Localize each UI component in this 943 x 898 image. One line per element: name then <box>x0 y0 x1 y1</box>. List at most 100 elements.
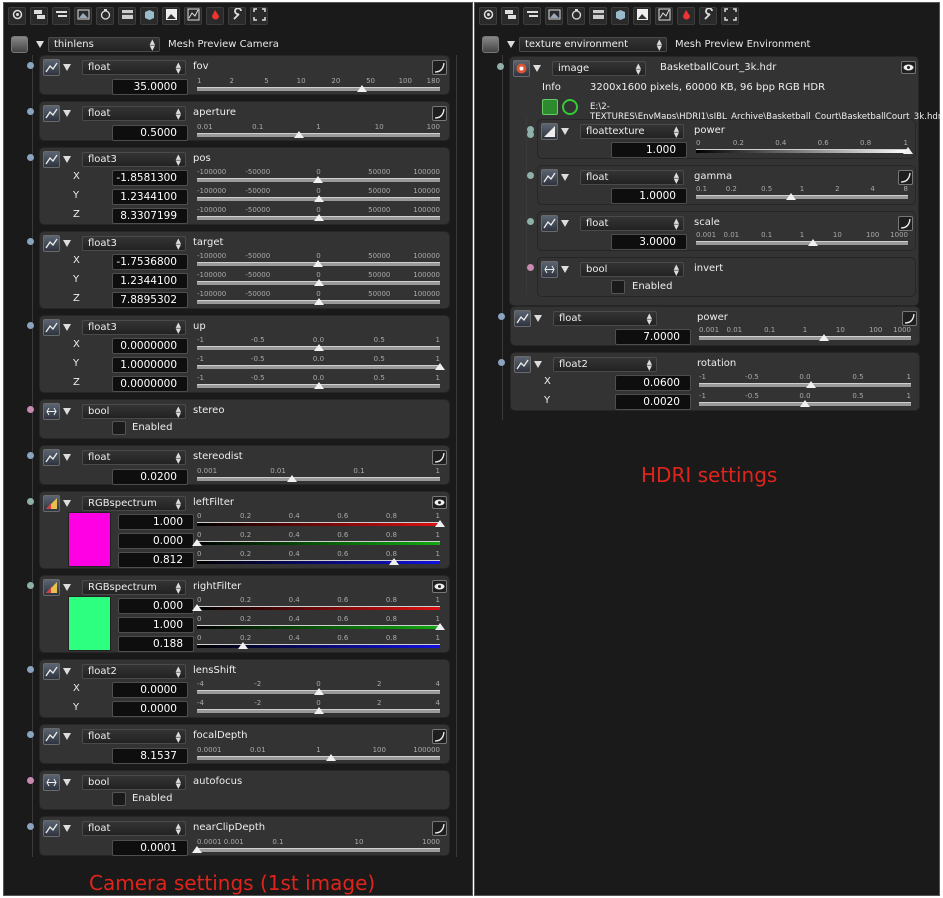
slider-track[interactable] <box>197 560 440 564</box>
curve-icon[interactable] <box>432 821 447 836</box>
slider-track[interactable] <box>197 87 440 91</box>
value-field[interactable]: -1.8581300 <box>112 170 188 186</box>
value-slider[interactable]: 0.001 0.01 0.1 1 <box>197 467 440 484</box>
value-field[interactable]: 1.000 <box>118 617 194 633</box>
type-dropdown[interactable]: float ▲ ▼ <box>580 170 684 185</box>
type-dropdown[interactable]: float ▲ ▼ <box>82 821 186 836</box>
collapse-triangle[interactable] <box>534 315 542 322</box>
slider-thumb[interactable] <box>192 604 202 611</box>
slider-thumb[interactable] <box>313 707 324 714</box>
curve-icon[interactable] <box>432 450 447 465</box>
paint-button[interactable] <box>677 7 695 25</box>
slider-thumb[interactable] <box>786 193 797 200</box>
connection-port[interactable] <box>27 154 34 161</box>
type-icon[interactable] <box>43 403 60 420</box>
slider-thumb[interactable] <box>313 344 324 351</box>
collapse-triangle[interactable] <box>63 500 71 507</box>
collapse-triangle[interactable] <box>533 65 541 72</box>
value-slider[interactable]: -100000 -50000 0 50000 100000 <box>197 206 440 223</box>
value-field[interactable]: 0.0000 <box>112 682 188 698</box>
slider-thumb[interactable] <box>903 147 913 154</box>
type-dropdown[interactable]: bool ▲ ▼ <box>82 404 186 419</box>
collapse-triangle[interactable] <box>63 825 71 832</box>
curve-icon[interactable] <box>432 60 447 75</box>
slider-thumb[interactable] <box>313 214 324 221</box>
layers-button[interactable] <box>30 7 48 25</box>
color-swatch[interactable] <box>68 512 111 567</box>
value-slider[interactable]: -100000 -50000 0 50000 100000 <box>197 252 440 269</box>
node-type-dropdown[interactable]: texture environment ▲ ▼ <box>519 36 667 52</box>
value-slider[interactable]: -100000 -50000 0 50000 100000 <box>197 187 440 204</box>
type-icon[interactable] <box>43 820 60 837</box>
collapse-triangle[interactable] <box>561 174 569 181</box>
type-dropdown[interactable]: float ▲ ▼ <box>580 216 684 231</box>
collapse-triangle[interactable] <box>63 779 71 786</box>
collapse-triangle[interactable] <box>561 128 569 135</box>
slider-thumb[interactable] <box>192 846 202 853</box>
value-slider[interactable]: 0.001 0.01 0.1 1 10 100 1000 <box>696 231 908 248</box>
slider-track[interactable] <box>197 541 440 545</box>
value-slider[interactable]: 0.01 0.1 1 10 100 <box>197 123 440 140</box>
eye-icon[interactable] <box>901 61 916 74</box>
slider-thumb[interactable] <box>313 382 324 389</box>
slider-thumb[interactable] <box>313 298 324 305</box>
type-icon[interactable] <box>541 123 558 140</box>
value-field[interactable]: 7.8895302 <box>112 292 188 308</box>
value-field[interactable]: 1.000 <box>611 142 687 158</box>
type-dropdown[interactable]: image ▲ ▼ <box>552 61 646 76</box>
collapse-triangle[interactable] <box>63 668 71 675</box>
value-field[interactable]: 3.0000 <box>611 234 687 250</box>
type-dropdown[interactable]: float3 ▲ ▼ <box>82 152 186 167</box>
channel-slider[interactable]: 0 0.2 0.4 0.6 0.8 1 <box>197 615 445 632</box>
slider-thumb[interactable] <box>313 688 324 695</box>
slider-track[interactable] <box>197 848 440 852</box>
connection-port[interactable] <box>497 63 504 70</box>
slider-track[interactable] <box>699 336 911 340</box>
slider-track[interactable] <box>197 133 440 137</box>
slider-thumb[interactable] <box>800 400 811 407</box>
collapse-triangle[interactable] <box>63 240 71 247</box>
value-field[interactable]: 8.3307199 <box>112 208 188 224</box>
connection-port[interactable] <box>27 62 34 69</box>
value-slider[interactable]: 0 0.2 0.4 0.6 0.8 1 <box>696 139 913 156</box>
slider-track[interactable] <box>699 383 911 387</box>
value-field[interactable]: 1.0000 <box>611 188 687 204</box>
box-button[interactable] <box>611 7 629 25</box>
value-field[interactable]: 7.0000 <box>615 329 691 345</box>
slider-thumb[interactable] <box>389 558 400 565</box>
type-icon[interactable] <box>43 235 60 252</box>
slider-thumb[interactable] <box>313 195 324 202</box>
slider-thumb[interactable] <box>435 520 445 527</box>
slider-track[interactable] <box>197 365 440 369</box>
curve-icon[interactable] <box>898 216 913 231</box>
type-dropdown[interactable]: float3 ▲ ▼ <box>82 236 186 251</box>
enabled-checkbox[interactable] <box>611 280 625 294</box>
value-slider[interactable]: -100000 -50000 0 50000 100000 <box>197 271 440 288</box>
value-slider[interactable]: -4 -2 0 2 4 <box>197 680 440 697</box>
slider-thumb[interactable] <box>313 279 324 286</box>
connection-port[interactable] <box>27 322 34 329</box>
connection-port[interactable] <box>498 359 505 366</box>
connection-port[interactable] <box>27 108 34 115</box>
camera-settings-button[interactable] <box>96 7 114 25</box>
value-slider[interactable]: -1 -0.5 0.0 0.5 1 <box>699 373 911 390</box>
slider-thumb[interactable] <box>286 475 297 482</box>
slider-thumb[interactable] <box>806 381 817 388</box>
value-slider[interactable]: 0.1 0.2 0.5 1 2 4 8 <box>696 185 908 202</box>
type-icon[interactable] <box>43 495 60 512</box>
connection-port[interactable] <box>527 131 534 138</box>
slider-track[interactable] <box>197 477 440 481</box>
slider-track[interactable] <box>696 195 908 199</box>
camera-button[interactable] <box>8 7 26 25</box>
slider-track[interactable] <box>696 149 908 153</box>
channel-slider[interactable]: 0 0.2 0.4 0.6 0.8 1 <box>197 634 440 651</box>
value-field[interactable]: 0.188 <box>118 636 194 652</box>
collapse-triangle[interactable] <box>63 156 71 163</box>
type-icon[interactable] <box>43 319 60 336</box>
type-dropdown[interactable]: float2 ▲ ▼ <box>553 357 657 372</box>
connection-port[interactable] <box>498 313 505 320</box>
type-dropdown[interactable]: floattexture ▲ ▼ <box>580 124 684 139</box>
connection-port[interactable] <box>27 823 34 830</box>
connection-port[interactable] <box>527 264 534 271</box>
value-field[interactable]: 35.0000 <box>112 79 188 95</box>
